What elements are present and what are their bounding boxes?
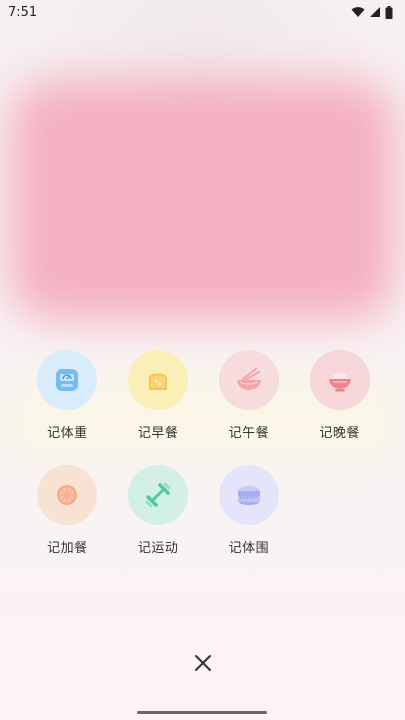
record-weight-label: 记体重 bbox=[47, 426, 88, 441]
bottom-fade bbox=[0, 560, 405, 720]
scale-icon bbox=[56, 369, 79, 391]
record-breakfast-label: 记早餐 bbox=[137, 426, 179, 441]
record-exercise-label: 记运动 bbox=[137, 541, 179, 556]
record-lunch-label: 记午餐 bbox=[228, 426, 270, 441]
record-weight-icon-circle bbox=[37, 350, 98, 410]
record-breakfast-button[interactable]: 记早餐 bbox=[113, 350, 204, 441]
orange-slice-icon bbox=[57, 485, 78, 505]
rice-bowl-icon bbox=[328, 372, 351, 392]
battery-icon bbox=[385, 5, 393, 19]
record-snack-icon-circle bbox=[37, 465, 98, 525]
quick-action-grid: 记体重 记早餐 记午餐 记晚餐 记加餐 记运动 记体围 bbox=[22, 350, 385, 580]
record-snack-button[interactable]: 记加餐 bbox=[22, 465, 113, 556]
record-exercise-button[interactable]: 记运动 bbox=[113, 465, 204, 556]
home-indicator[interactable] bbox=[137, 711, 267, 714]
wifi-icon bbox=[351, 7, 365, 17]
status-bar: 7:51 bbox=[0, 0, 405, 24]
blurred-banner bbox=[10, 80, 395, 320]
close-icon bbox=[195, 655, 211, 671]
record-lunch-button[interactable]: 记午餐 bbox=[204, 350, 295, 441]
noodle-bowl-icon bbox=[236, 368, 261, 390]
action-row: 记体重 记早餐 记午餐 记晚餐 bbox=[22, 350, 385, 441]
record-weight-button[interactable]: 记体重 bbox=[22, 350, 113, 441]
record-dinner-icon-circle bbox=[309, 350, 370, 410]
record-body-measurement-button[interactable]: 记体围 bbox=[204, 465, 295, 556]
tape-measure-icon bbox=[237, 486, 260, 505]
record-body-measurement-label: 记体围 bbox=[228, 541, 270, 556]
record-snack-label: 记加餐 bbox=[47, 541, 88, 556]
record-dinner-button[interactable]: 记晚餐 bbox=[294, 350, 385, 441]
record-exercise-icon-circle bbox=[128, 465, 189, 525]
bread-icon bbox=[149, 373, 168, 390]
dumbbell-icon bbox=[145, 482, 171, 508]
close-button[interactable] bbox=[188, 648, 218, 678]
signal-icon bbox=[370, 7, 380, 17]
status-time: 7:51 bbox=[8, 4, 38, 20]
record-body-measurement-icon-circle bbox=[218, 465, 279, 525]
record-lunch-icon-circle bbox=[218, 350, 279, 410]
record-breakfast-icon-circle bbox=[128, 350, 189, 410]
record-dinner-label: 记晚餐 bbox=[319, 426, 360, 441]
action-row: 记加餐 记运动 记体围 bbox=[22, 465, 385, 556]
